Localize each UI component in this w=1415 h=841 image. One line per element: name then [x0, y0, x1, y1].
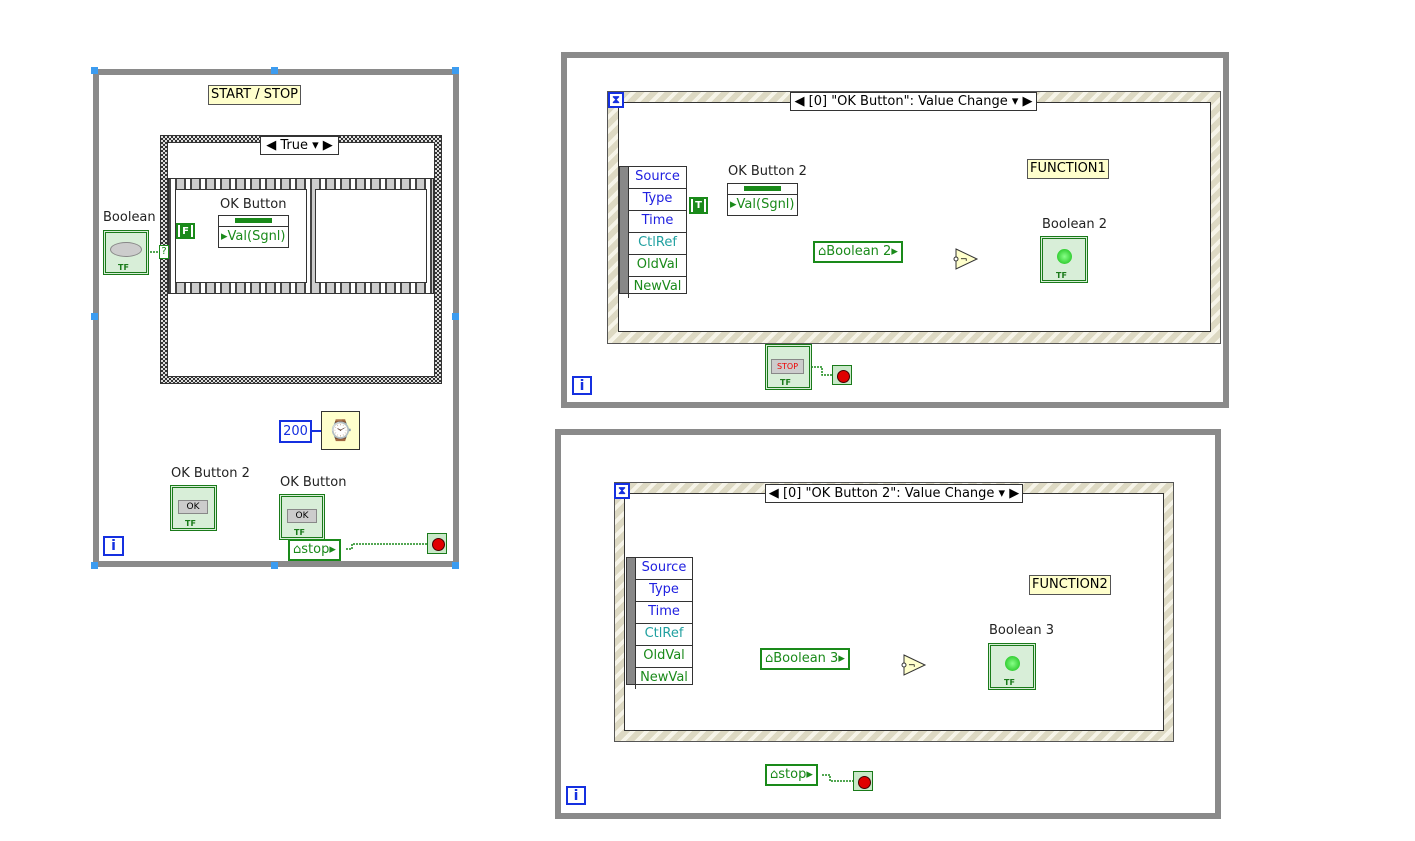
- event-field-ctlref: CtlRef: [635, 624, 692, 646]
- boolean-3-local-variable[interactable]: ⌂Boolean 3▸: [760, 648, 850, 670]
- event-interior: [624, 493, 1164, 731]
- iteration-terminal: i: [103, 536, 124, 556]
- resize-handle[interactable]: [91, 562, 98, 569]
- true-constant[interactable]: T: [689, 197, 708, 214]
- event-interior: [618, 102, 1211, 332]
- loop-condition-terminal[interactable]: [832, 365, 852, 385]
- tf-label: TF: [780, 378, 791, 387]
- event-field-type: Type: [628, 189, 686, 211]
- iteration-terminal: i: [566, 786, 586, 805]
- stop-button-terminal[interactable]: STOP TF: [765, 344, 812, 390]
- event-field-source: Source: [628, 167, 686, 189]
- boolean-control-terminal[interactable]: TF: [103, 230, 149, 275]
- sequence-frame-2: [315, 189, 427, 283]
- event-field-ctlref: CtlRef: [628, 233, 686, 255]
- numeric-constant-200[interactable]: 200: [279, 420, 312, 443]
- tf-label: TF: [1056, 271, 1067, 280]
- boolean-3-label: Boolean 3: [989, 623, 1055, 638]
- resize-handle[interactable]: [452, 67, 459, 74]
- event-selector[interactable]: ◀ [0] "OK Button": Value Change ▾ ▶: [790, 92, 1037, 111]
- case-selector-terminal: ?: [159, 245, 169, 259]
- true-constant-text: T: [693, 199, 704, 212]
- ok-button-terminal[interactable]: OK TF: [279, 494, 325, 540]
- not-function-icon[interactable]: ¬: [901, 653, 927, 677]
- stop-local-variable[interactable]: ⌂stop▸: [288, 539, 341, 561]
- led-icon: [1005, 656, 1020, 671]
- wait-ms-icon[interactable]: ⌚: [321, 411, 360, 450]
- property-node-ok-button-2[interactable]: ▸Val(Sgnl): [727, 183, 798, 216]
- local-text: Boolean 3: [773, 651, 839, 666]
- case-selector[interactable]: ◀ True ▾ ▶: [260, 136, 339, 155]
- property-node-ok-button[interactable]: ▸Val(Sgnl): [218, 215, 289, 248]
- stop-local-text: stop: [778, 767, 807, 782]
- event-field-oldval: OldVal: [628, 255, 686, 277]
- comment-function2: FUNCTION2: [1029, 575, 1111, 595]
- resize-handle[interactable]: [271, 67, 278, 74]
- false-constant[interactable]: F: [176, 223, 195, 239]
- event-field-newval: NewVal: [635, 668, 692, 689]
- ok-button-2-terminal[interactable]: OK TF: [170, 485, 217, 531]
- svg-text:¬: ¬: [960, 255, 968, 265]
- ok-button-property-label: OK Button: [220, 197, 287, 212]
- stop-local-text: stop: [301, 542, 330, 557]
- boolean-label: Boolean: [103, 210, 156, 225]
- ok-button-2-label: OK Button 2: [171, 466, 250, 481]
- event-field-type: Type: [635, 580, 692, 602]
- event-data-node[interactable]: Source Type Time CtlRef OldVal NewVal: [626, 557, 693, 689]
- loop-condition-terminal[interactable]: [853, 771, 873, 791]
- event-field-time: Time: [635, 602, 692, 624]
- iteration-terminal: i: [572, 376, 592, 395]
- ok-button-2-property-label: OK Button 2: [728, 164, 807, 179]
- resize-handle[interactable]: [271, 562, 278, 569]
- boolean-2-label: Boolean 2: [1042, 217, 1108, 232]
- event-selector-value: [0] "OK Button 2": Value Change: [782, 486, 995, 501]
- tf-label: TF: [185, 519, 196, 528]
- event-field-oldval: OldVal: [635, 646, 692, 668]
- event-field-source: Source: [635, 558, 692, 580]
- property-value: Val(Sgnl): [227, 229, 286, 244]
- timeout-hourglass-icon: ⧗: [608, 92, 624, 108]
- event-data-node[interactable]: Source Type Time CtlRef OldVal NewVal: [619, 166, 687, 298]
- ok-button-label: OK Button: [280, 475, 347, 490]
- tf-label: TF: [294, 528, 305, 537]
- comment-function1: FUNCTION1: [1027, 159, 1109, 179]
- switch-icon: [110, 242, 142, 257]
- event-field-newval: NewVal: [628, 277, 686, 298]
- resize-handle[interactable]: [91, 67, 98, 74]
- ok-icon: OK: [287, 509, 317, 523]
- stop-local-variable[interactable]: ⌂stop▸: [765, 764, 818, 786]
- boolean-2-indicator[interactable]: TF: [1040, 236, 1088, 283]
- svg-text:¬: ¬: [908, 661, 916, 671]
- ok-icon: OK: [178, 500, 208, 514]
- false-constant-text: F: [180, 225, 191, 238]
- event-field-time: Time: [628, 211, 686, 233]
- comment-start-stop: START / STOP: [208, 85, 302, 105]
- resize-handle[interactable]: [91, 313, 98, 320]
- event-selector-value: [0] "OK Button": Value Change: [808, 94, 1008, 109]
- led-icon: [1057, 249, 1072, 264]
- loop-condition-terminal[interactable]: [427, 533, 447, 554]
- case-selector-value: True: [280, 138, 308, 153]
- resize-handle[interactable]: [452, 313, 459, 320]
- local-text: Boolean 2: [826, 244, 892, 259]
- block-diagram: START / STOP ◀ True ▾ ▶ ? Boolean TF F O…: [0, 0, 1415, 841]
- boolean-3-indicator[interactable]: TF: [988, 643, 1036, 690]
- property-value: Val(Sgnl): [736, 197, 795, 212]
- stop-icon: STOP: [771, 359, 804, 374]
- resize-handle[interactable]: [452, 562, 459, 569]
- event-selector[interactable]: ◀ [0] "OK Button 2": Value Change ▾ ▶: [765, 484, 1023, 503]
- tf-label: TF: [1004, 678, 1015, 687]
- not-function-icon[interactable]: ¬: [953, 247, 979, 271]
- timeout-hourglass-icon: ⧗: [614, 483, 630, 499]
- tf-label: TF: [118, 263, 129, 272]
- boolean-2-local-variable[interactable]: ⌂Boolean 2▸: [813, 241, 903, 263]
